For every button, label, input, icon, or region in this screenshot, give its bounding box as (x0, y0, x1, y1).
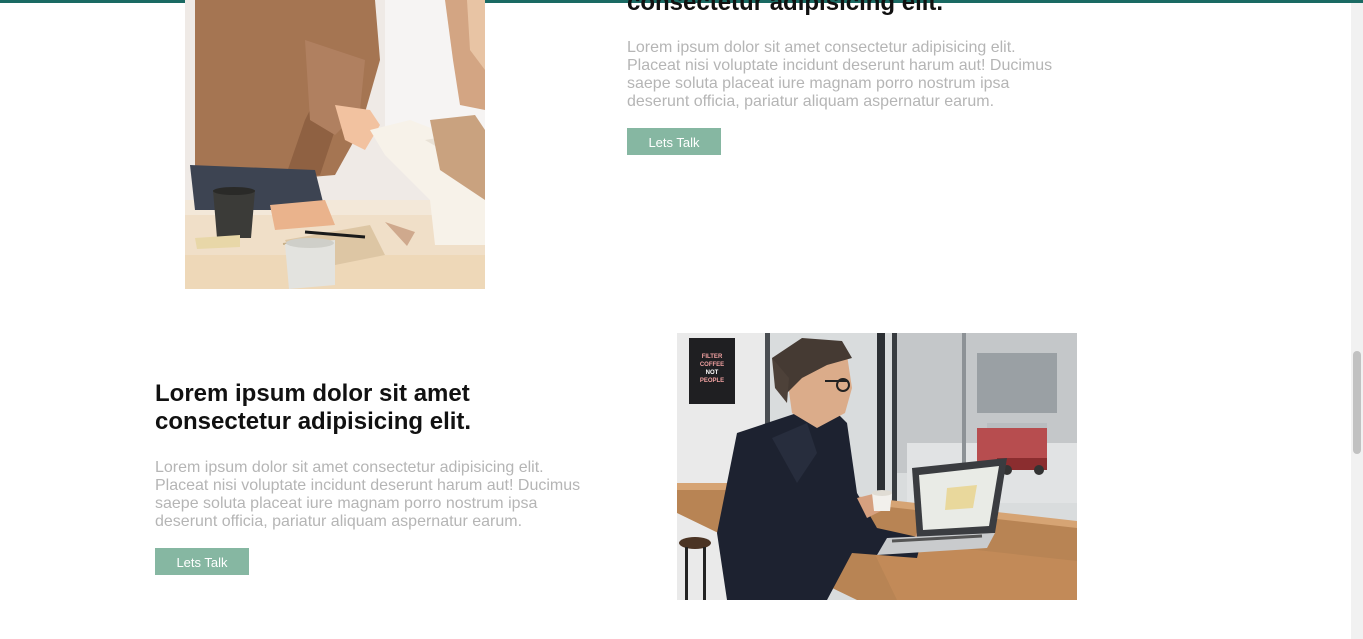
feature-heading-2-line-1: Lorem ipsum dolor sit amet (155, 380, 470, 407)
poster-line-2: COFFEE (700, 362, 724, 368)
feature-text-block-1: consectetur adipisicing elit. Lorem ipsu… (627, 0, 1067, 155)
lets-talk-button-2[interactable]: Lets Talk (155, 548, 249, 575)
feature-body-1: Lorem ipsum dolor sit amet consectetur a… (627, 39, 1053, 110)
feature-heading-2-line-2: consectetur adipisicing elit. (155, 408, 472, 435)
feature-heading-1: consectetur adipisicing elit. (627, 0, 1067, 17)
handshake-photo (185, 0, 485, 289)
poster-line-1: FILTER (702, 354, 723, 360)
man-with-laptop-photo: FILTER COFFEE NOT PEOPLE (677, 333, 1077, 600)
poster-line-3: NOT (706, 370, 719, 376)
feature-heading-1-line-2: consectetur adipisicing elit. (627, 0, 944, 16)
lets-talk-button-1[interactable]: Lets Talk (627, 128, 721, 155)
poster-line-4: PEOPLE (700, 378, 724, 384)
page: consectetur adipisicing elit. Lorem ipsu… (0, 0, 1363, 639)
feature-text-block-2: Lorem ipsum dolor sit amet consectetur a… (155, 380, 595, 575)
scrollbar-thumb[interactable] (1353, 351, 1361, 454)
vertical-scrollbar[interactable] (1351, 3, 1363, 639)
feature-heading-2: Lorem ipsum dolor sit amet consectetur a… (155, 380, 595, 436)
feature-body-2: Lorem ipsum dolor sit amet consectetur a… (155, 459, 581, 530)
